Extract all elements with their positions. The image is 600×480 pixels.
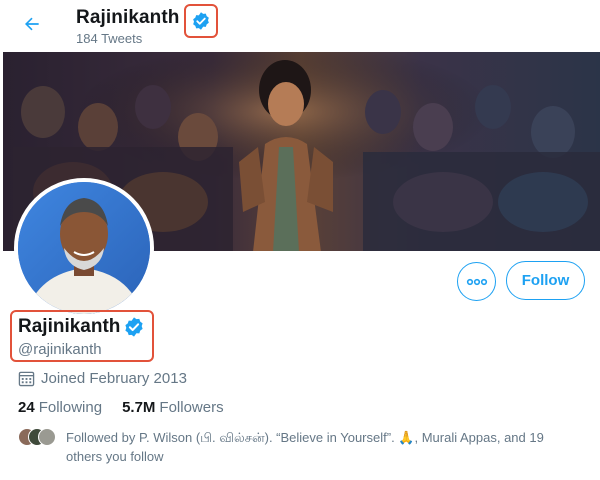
avatar-image [18,182,150,314]
tweet-count: 184 Tweets [76,31,143,46]
profile-page: Rajinikanth 184 Tweets Follow Rajinikant… [0,0,600,480]
joined-date: Joined February 2013 [18,370,187,387]
profile-avatar[interactable] [14,178,154,318]
more-icon [466,278,487,285]
following-label: Following [38,399,103,416]
avatar [38,428,56,446]
back-arrow-icon [25,17,39,31]
following-count: 24 [18,399,35,416]
followers-label: Followers [159,399,224,416]
followers-you-know-avatars [18,428,58,446]
followers-link[interactable]: 5.7M Followers [122,399,224,416]
followed-by-text: Followed by P. Wilson (பி. வில்சன்). “Be… [66,428,566,466]
followed-by-line: Followed by P. Wilson (பி. வில்சன்). “Be… [66,430,544,445]
following-link[interactable]: 24 Following [18,399,102,416]
verified-badge-icon [125,317,144,337]
profile-handle: @rajinikanth [18,341,102,358]
followed-by[interactable]: Followed by P. Wilson (பி. வில்சன்). “Be… [18,428,588,466]
header-name-row: Rajinikanth [76,4,218,38]
calendar-icon [18,371,35,387]
profile-header: Rajinikanth 184 Tweets [0,0,600,52]
joined-text: Joined February 2013 [41,370,187,387]
back-button[interactable] [14,6,50,42]
header-title: Rajinikanth [76,7,180,28]
followed-by-line: others you follow [66,449,164,464]
follow-stats: 24 Following 5.7M Followers [18,399,244,416]
profile-name-row: Rajinikanth [18,316,145,338]
followers-count: 5.7M [122,399,156,416]
verified-badge-highlight [183,4,218,38]
follow-button[interactable]: Follow [506,261,585,300]
profile-name: Rajinikanth [18,316,121,337]
more-options-button[interactable] [457,262,496,301]
verified-badge-icon [192,12,209,30]
